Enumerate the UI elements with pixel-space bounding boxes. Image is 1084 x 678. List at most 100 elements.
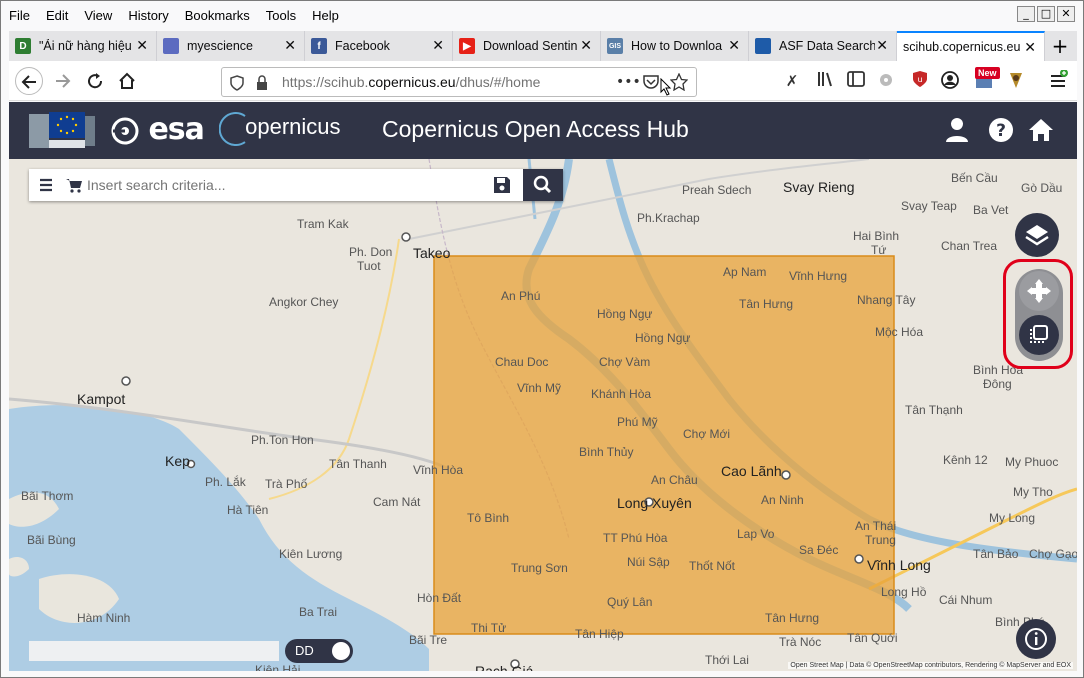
url-prefix: https://scihub. bbox=[282, 74, 369, 90]
shield-icon[interactable] bbox=[230, 75, 244, 91]
map-place-label: Takeo bbox=[413, 245, 451, 261]
cart-icon[interactable] bbox=[65, 177, 83, 193]
menu-history[interactable]: History bbox=[120, 5, 176, 27]
page-actions-icon[interactable]: ••• bbox=[616, 68, 641, 96]
map-place-label: Hòn Đất bbox=[417, 591, 462, 605]
map-place-label: My Tho bbox=[1013, 485, 1053, 499]
user-icon[interactable] bbox=[943, 116, 971, 144]
map-place-label: Tân Thạnh bbox=[905, 403, 963, 417]
search-input[interactable] bbox=[87, 173, 487, 197]
extension-diamond-icon[interactable] bbox=[875, 70, 897, 92]
copernicus-logo-text: opernicus bbox=[245, 113, 341, 139]
forward-button[interactable] bbox=[49, 67, 77, 95]
map-place-label: Rạch Giá bbox=[475, 663, 534, 671]
url-bar[interactable]: https://scihub.copernicus.eu/dhus/#/home… bbox=[221, 67, 697, 97]
map-place-label: Sa Đéc bbox=[799, 543, 839, 557]
map-place-label: Trung bbox=[865, 533, 896, 547]
close-tab-icon[interactable]: ✕ bbox=[284, 38, 296, 54]
browser-tab[interactable]: f Facebook ✕ bbox=[305, 31, 453, 61]
tab-title: How to Downloa bbox=[631, 39, 723, 53]
home-hub-icon[interactable] bbox=[1027, 116, 1055, 144]
map-place-label: Khánh Hòa bbox=[591, 387, 652, 401]
menu-hamburger-icon[interactable] bbox=[1047, 69, 1069, 92]
menu-bookmarks[interactable]: Bookmarks bbox=[177, 5, 258, 27]
home-button[interactable] bbox=[113, 67, 141, 95]
map-place-label: Bình Thủy bbox=[579, 445, 634, 459]
map-place-label: Tứ bbox=[871, 243, 887, 257]
close-tab-icon[interactable]: ✕ bbox=[728, 38, 740, 54]
back-button[interactable] bbox=[15, 67, 43, 95]
browser-tab[interactable]: GIS How to Downloa ✕ bbox=[601, 31, 749, 61]
browser-tab[interactable]: D "Ải nữ hàng hiệu ✕ bbox=[9, 31, 157, 61]
map-place-label: Kênh 12 bbox=[943, 453, 988, 467]
close-tab-icon[interactable]: ✕ bbox=[876, 38, 888, 54]
tab-title: Facebook bbox=[335, 39, 390, 53]
browser-tab[interactable]: scihub.copernicus.eu ✕ bbox=[897, 31, 1045, 61]
minimize-button[interactable]: _ bbox=[1017, 6, 1035, 22]
info-button[interactable] bbox=[1016, 619, 1056, 659]
menu-tools[interactable]: Tools bbox=[258, 5, 304, 27]
map-place-label: Hai Bình bbox=[853, 229, 900, 243]
menu-view[interactable]: View bbox=[76, 5, 120, 27]
save-icon[interactable] bbox=[493, 176, 511, 194]
esa-logo: esa bbox=[111, 112, 205, 147]
map-place-label: Bãi Tre bbox=[409, 633, 448, 647]
new-tab-button[interactable]: + bbox=[1045, 31, 1075, 61]
x-extension-icon[interactable]: ✗ bbox=[781, 70, 803, 92]
menu-help[interactable]: Help bbox=[304, 5, 347, 27]
map-place-label: An Phú bbox=[501, 289, 541, 303]
browser-tab[interactable]: ▶ Download Sentin ✕ bbox=[453, 31, 601, 61]
menu-file[interactable]: File bbox=[1, 5, 38, 27]
map-place-label: Cái Nhum bbox=[939, 593, 993, 607]
ublock-icon[interactable]: u bbox=[909, 70, 931, 92]
area-select-button[interactable] bbox=[1019, 315, 1059, 355]
map-place-label: Kep bbox=[165, 453, 190, 469]
help-icon[interactable]: ? bbox=[987, 116, 1015, 144]
map-place-label: Svay Rieng bbox=[783, 179, 855, 195]
bookmark-star-icon[interactable] bbox=[670, 73, 688, 91]
map-place-label: Vĩnh Long bbox=[867, 557, 931, 573]
toggle-label: DD bbox=[295, 643, 314, 658]
reload-button[interactable] bbox=[81, 67, 109, 95]
pan-mode-button[interactable] bbox=[1019, 271, 1059, 311]
layers-button[interactable] bbox=[1015, 213, 1059, 257]
map-place-label: Thốt Nốt bbox=[689, 559, 736, 573]
map-place-label: Trung Sơn bbox=[511, 561, 568, 575]
close-window-button[interactable]: ✕ bbox=[1057, 6, 1075, 22]
tab-title: myescience bbox=[187, 39, 253, 53]
browser-tab[interactable]: ASF Data Search ✕ bbox=[749, 31, 897, 61]
close-tab-icon[interactable]: ✕ bbox=[136, 38, 148, 54]
map-place-label: Trà Phố bbox=[265, 477, 308, 491]
european-commission-logo bbox=[29, 112, 95, 148]
url-text[interactable]: https://scihub.copernicus.eu/dhus/#/home bbox=[282, 68, 540, 96]
library-icon[interactable] bbox=[815, 70, 837, 92]
sidebar-icon[interactable] bbox=[845, 70, 867, 92]
close-tab-icon[interactable]: ✕ bbox=[1024, 40, 1036, 56]
selection-area[interactable] bbox=[433, 255, 895, 635]
lock-icon[interactable] bbox=[256, 75, 268, 91]
map-place-label: Hàm Ninh bbox=[77, 611, 131, 625]
search-icon bbox=[533, 175, 552, 194]
map-place-label: Kiên Lương bbox=[279, 547, 343, 561]
coordinate-format-toggle[interactable]: DD bbox=[285, 639, 353, 663]
translate-extension-icon[interactable] bbox=[1005, 70, 1027, 92]
account-icon[interactable] bbox=[939, 70, 961, 92]
close-tab-icon[interactable]: ✕ bbox=[432, 38, 444, 54]
esa-logo-text: esa bbox=[148, 112, 204, 147]
toggle-knob[interactable] bbox=[332, 642, 350, 660]
map-place-label: Thi Tử bbox=[471, 621, 507, 635]
url-path: /dhus/#/home bbox=[455, 74, 541, 90]
map-place-label: An Châu bbox=[651, 473, 698, 487]
maximize-button[interactable]: □ bbox=[1037, 6, 1055, 22]
menu-edit[interactable]: Edit bbox=[38, 5, 76, 27]
map-view[interactable]: Preah Sdech Svay Rieng Bến Cầu Gò Dầu Tram K… bbox=[9, 159, 1077, 671]
pocket-icon[interactable] bbox=[642, 74, 660, 90]
map-place-label: Ap Nam bbox=[723, 265, 767, 279]
map-place-label: Chợ Gạo bbox=[1029, 547, 1077, 561]
close-tab-icon[interactable]: ✕ bbox=[580, 38, 592, 54]
search-button[interactable] bbox=[523, 169, 563, 201]
browser-tab[interactable]: myescience ✕ bbox=[157, 31, 305, 61]
map-place-label: Tân Thanh bbox=[329, 457, 387, 471]
menu-icon[interactable] bbox=[39, 178, 53, 192]
tab-title: "Ải nữ hàng hiệu bbox=[39, 39, 132, 53]
